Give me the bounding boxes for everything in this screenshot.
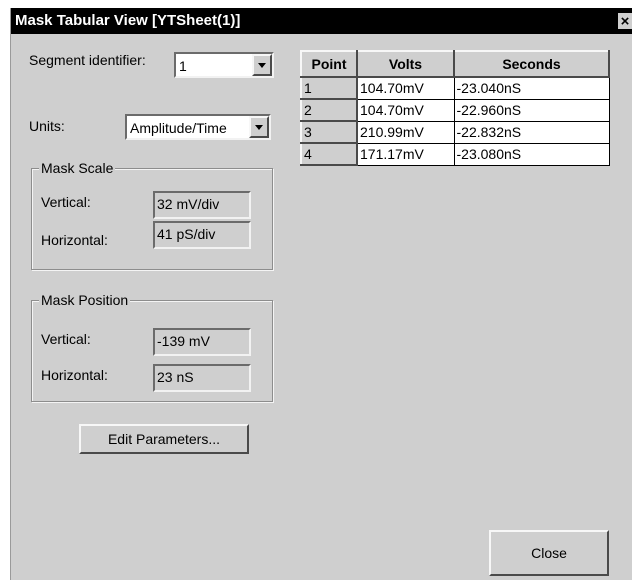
row-index[interactable]: 1 — [300, 76, 358, 100]
mask-scale-title: Mask Scale — [39, 160, 116, 176]
volts-cell[interactable]: 104.70mV — [356, 98, 455, 122]
mask-position-vertical-field: -139 mV — [153, 328, 251, 356]
mask-scale-vertical-field: 32 mV/div — [153, 191, 251, 219]
chevron-down-icon — [258, 63, 266, 68]
column-header-seconds[interactable]: Seconds — [453, 50, 610, 78]
edit-parameters-button[interactable]: Edit Parameters... — [79, 424, 249, 454]
column-header-volts[interactable]: Volts — [356, 50, 455, 78]
units-select[interactable]: Amplitude/Time — [125, 114, 271, 140]
segment-identifier-value: 1 — [179, 58, 187, 74]
seconds-cell[interactable]: -23.040nS — [453, 76, 610, 100]
seconds-cell[interactable]: -22.832nS — [453, 120, 610, 144]
mask-scale-horizontal-field: 41 pS/div — [153, 221, 251, 249]
volts-cell[interactable]: 210.99mV — [356, 120, 455, 144]
mask-scale-horizontal-label: Horizontal: — [41, 232, 108, 248]
mask-position-title: Mask Position — [39, 292, 131, 308]
table-header-row: Point Volts Seconds — [300, 50, 610, 78]
seconds-cell[interactable]: -23.080nS — [453, 142, 610, 166]
mask-position-vertical-label: Vertical: — [41, 331, 91, 347]
mask-scale-vertical-label: Vertical: — [41, 194, 91, 210]
column-header-point[interactable]: Point — [300, 50, 358, 78]
seconds-cell[interactable]: -22.960nS — [453, 98, 610, 122]
window-close-icon[interactable]: × — [617, 12, 632, 30]
table-row[interactable]: 4 171.17mV -23.080nS — [300, 142, 610, 166]
row-index[interactable]: 3 — [300, 120, 358, 144]
segment-identifier-select[interactable]: 1 — [174, 52, 274, 78]
units-dropdown-button[interactable] — [249, 116, 269, 138]
segment-identifier-label: Segment identifier: — [29, 52, 146, 68]
units-value: Amplitude/Time — [130, 120, 227, 136]
mask-scale-group — [31, 168, 273, 270]
mask-tabular-view-dialog: Mask Tabular View [YTSheet(1)] × Segment… — [10, 8, 632, 580]
volts-cell[interactable]: 171.17mV — [356, 142, 455, 166]
mask-position-horizontal-field: 23 nS — [153, 364, 251, 392]
units-label: Units: — [29, 118, 65, 134]
title-bar: Mask Tabular View [YTSheet(1)] × — [11, 8, 632, 34]
chevron-down-icon — [255, 125, 263, 130]
row-index[interactable]: 2 — [300, 98, 358, 122]
window-title: Mask Tabular View [YTSheet(1)] — [15, 12, 241, 29]
row-index[interactable]: 4 — [300, 142, 358, 166]
table-row[interactable]: 3 210.99mV -22.832nS — [300, 120, 610, 144]
volts-cell[interactable]: 104.70mV — [356, 76, 455, 100]
close-button[interactable]: Close — [489, 530, 609, 576]
table-row[interactable]: 1 104.70mV -23.040nS — [300, 76, 610, 100]
table-row[interactable]: 2 104.70mV -22.960nS — [300, 98, 610, 122]
mask-points-table: Point Volts Seconds 1 104.70mV -23.040nS… — [300, 50, 610, 166]
segment-dropdown-button[interactable] — [252, 54, 272, 76]
mask-position-horizontal-label: Horizontal: — [41, 367, 108, 383]
